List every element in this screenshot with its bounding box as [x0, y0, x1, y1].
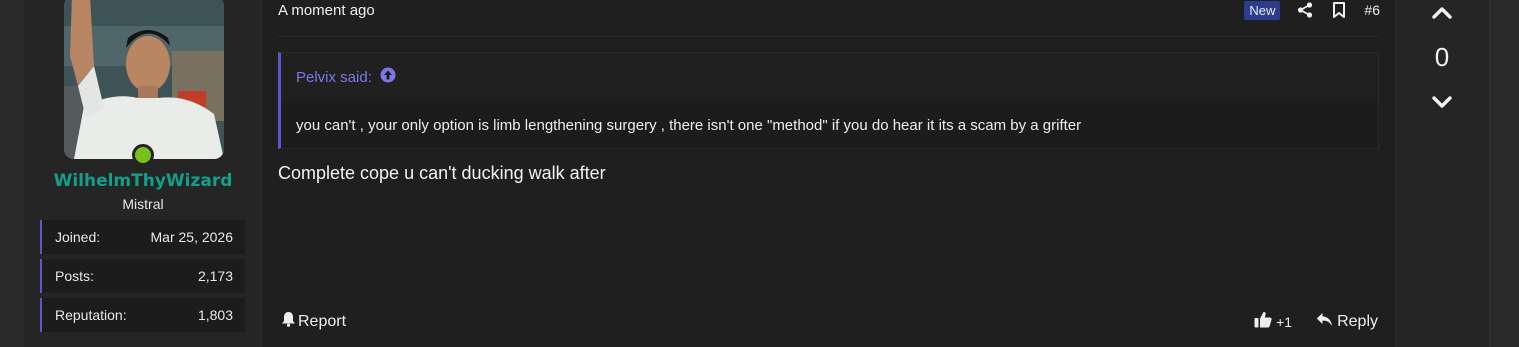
user-stat-joined: Joined: Mar 25, 2026 — [40, 220, 245, 254]
stat-label: Joined: — [55, 229, 101, 245]
chevron-up-icon[interactable] — [1429, 2, 1455, 22]
quote-block: Pelvix said: you can't , your only optio… — [278, 52, 1379, 149]
stat-label: Reputation: — [55, 307, 127, 323]
like-button[interactable]: +1 — [1254, 311, 1292, 333]
header-divider — [278, 36, 1378, 37]
reply-label: Reply — [1337, 313, 1378, 330]
user-stat-posts: Posts: 2,173 — [40, 259, 245, 293]
user-stat-reputation: Reputation: 1,803 — [40, 298, 245, 332]
vote-column: 0 — [1395, 0, 1489, 347]
arrow-up-circle-icon[interactable] — [380, 67, 396, 87]
avatar[interactable] — [64, 0, 224, 159]
like-count: +1 — [1276, 314, 1293, 330]
vote-score: 0 — [1434, 42, 1450, 72]
bookmark-icon[interactable] — [1330, 1, 1348, 19]
quote-text: you can't , your only option is limb len… — [296, 117, 1082, 134]
post-timestamp[interactable]: A moment ago — [278, 2, 375, 19]
post-message: Complete cope u can't ducking walk after — [278, 163, 606, 183]
share-icon[interactable] — [1296, 1, 1314, 19]
user-title: Mistral — [122, 196, 164, 212]
chevron-down-icon[interactable] — [1429, 92, 1455, 112]
report-label: Report — [298, 312, 347, 330]
thumbs-up-icon — [1254, 311, 1272, 333]
reply-button[interactable]: Reply — [1316, 312, 1378, 332]
bell-icon — [281, 311, 296, 332]
post-tools: New #6 — [1244, 0, 1380, 20]
post-actions: +1 Reply — [1254, 311, 1378, 333]
username[interactable]: WilhelmThyWizard — [24, 171, 262, 191]
post-number-link[interactable]: #6 — [1364, 2, 1380, 18]
stat-value: 1,803 — [197, 307, 233, 323]
stat-value: Mar 25, 2026 — [150, 229, 234, 245]
stat-value: 2,173 — [197, 268, 233, 284]
online-status-indicator — [132, 144, 154, 166]
report-button[interactable]: Report — [281, 311, 346, 332]
quote-author[interactable]: Pelvix said: — [296, 69, 372, 86]
quote-header[interactable]: Pelvix said: — [281, 53, 1378, 101]
new-badge: New — [1244, 0, 1281, 20]
reply-icon — [1316, 312, 1333, 332]
stat-label: Posts: — [55, 268, 94, 284]
